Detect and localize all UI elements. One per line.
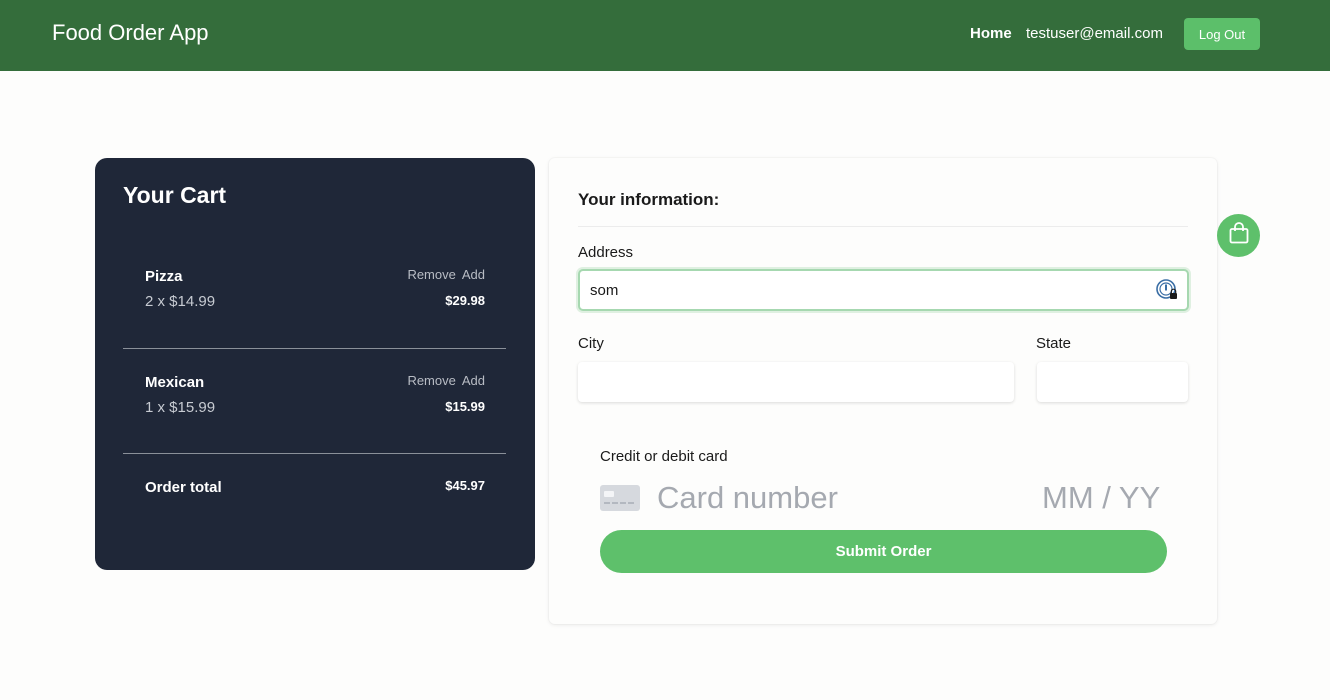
app-brand[interactable]: Food Order App	[52, 20, 209, 46]
cart-item-actions: Remove Add	[401, 373, 485, 388]
cart-item: Pizza 2 x $14.99 Remove Add $29.98	[123, 243, 506, 348]
add-item-button[interactable]: Add	[462, 373, 485, 388]
card-number-input[interactable]: Card number	[657, 480, 838, 516]
form-divider	[578, 226, 1188, 227]
shopping-bag-icon	[1229, 222, 1249, 249]
cart-item: Mexican 1 x $15.99 Remove Add $15.99	[123, 348, 506, 453]
cart-title: Your Cart	[123, 182, 227, 208]
credit-card-icon	[600, 485, 640, 511]
cart-item-price: $29.98	[445, 293, 485, 308]
cart-item-name: Mexican	[145, 374, 205, 391]
card-label: Credit or debit card	[600, 448, 728, 465]
order-total-value: $45.97	[445, 478, 485, 493]
remove-item-button[interactable]: Remove	[407, 267, 455, 282]
address-input[interactable]	[578, 269, 1189, 311]
add-item-button[interactable]: Add	[462, 267, 485, 282]
city-input[interactable]	[578, 362, 1014, 402]
password-manager-icon[interactable]	[1156, 279, 1178, 301]
order-total-label: Order total	[145, 479, 222, 496]
cart-item-actions: Remove Add	[401, 267, 485, 282]
card-expiry-input[interactable]: MM / YY	[1042, 480, 1160, 516]
state-input[interactable]	[1037, 362, 1188, 402]
submit-order-button[interactable]: Submit Order	[600, 530, 1167, 573]
cart-item-price: $15.99	[445, 399, 485, 414]
cart-item-name: Pizza	[145, 268, 183, 285]
top-navbar: Food Order App Home testuser@email.com L…	[0, 0, 1330, 71]
nav-home-link[interactable]: Home	[970, 25, 1012, 42]
state-label: State	[1036, 335, 1072, 352]
cart-item-quantity: 2 x $14.99	[145, 293, 216, 310]
cart-item-quantity: 1 x $15.99	[145, 399, 216, 416]
form-heading: Your information:	[578, 190, 720, 209]
order-total-row: Order total $45.97	[123, 453, 506, 533]
address-label: Address	[578, 244, 634, 261]
logout-button[interactable]: Log Out	[1184, 18, 1260, 50]
city-label: City	[578, 335, 604, 352]
checkout-form: Your information: Address City State Cre…	[549, 158, 1217, 624]
shopping-bag-button[interactable]	[1217, 214, 1260, 257]
cart-panel: Your Cart Pizza 2 x $14.99 Remove Add $29…	[95, 158, 535, 570]
user-email: testuser@email.com	[1026, 25, 1163, 42]
remove-item-button[interactable]: Remove	[407, 373, 455, 388]
